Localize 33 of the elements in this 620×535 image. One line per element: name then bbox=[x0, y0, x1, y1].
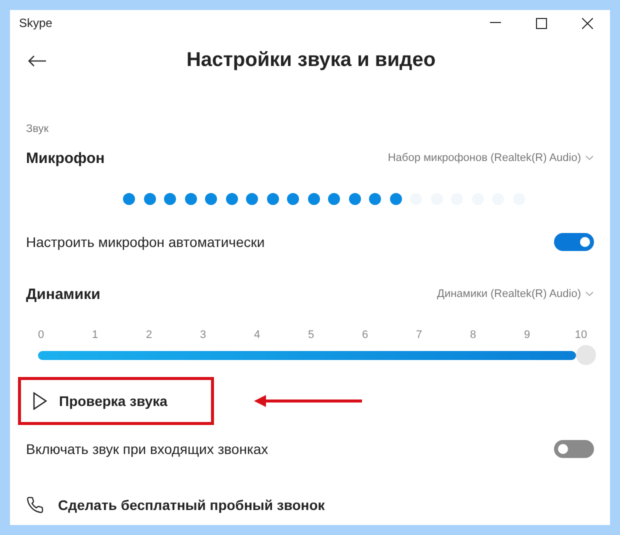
setting-label: Настроить микрофон автоматически bbox=[26, 234, 265, 250]
arrow-icon bbox=[254, 395, 362, 407]
slider-tick: 8 bbox=[468, 329, 478, 341]
close-icon bbox=[582, 18, 592, 28]
play-icon bbox=[33, 392, 47, 410]
slider-tick: 1 bbox=[90, 329, 100, 341]
slider-tick: 10 bbox=[574, 329, 588, 341]
slider-tick: 3 bbox=[198, 329, 208, 341]
slider-tick: 4 bbox=[252, 329, 262, 341]
speakers-label: Динамики bbox=[26, 286, 100, 302]
slider-tick: 5 bbox=[306, 329, 316, 341]
phone-icon bbox=[26, 495, 44, 515]
toggle-switch[interactable] bbox=[554, 233, 594, 251]
slider-tick: 0 bbox=[36, 329, 46, 341]
microphone-dropdown[interactable]: Набор микрофонов (Realtek(R) Audio) bbox=[388, 152, 594, 164]
slider-thumb[interactable] bbox=[576, 345, 596, 365]
test-call-link[interactable]: Сделать бесплатный пробный звонок bbox=[26, 485, 594, 525]
minimize-icon bbox=[490, 22, 500, 24]
slider-tick: 2 bbox=[144, 329, 154, 341]
section-label: Звук bbox=[26, 123, 50, 135]
setting-label: Включать звук при входящих звонках bbox=[26, 441, 268, 457]
speakers-dropdown[interactable]: Динамики (Realtek(R) Audio) bbox=[437, 288, 594, 300]
slider-tick: 9 bbox=[522, 329, 532, 341]
page-title: Настройки звука и видео bbox=[185, 49, 437, 72]
toggle-switch[interactable] bbox=[554, 440, 594, 458]
maximize-icon bbox=[536, 18, 546, 28]
slider-tick: 7 bbox=[414, 329, 424, 341]
chevron-down-icon bbox=[585, 155, 594, 161]
chevron-down-icon bbox=[585, 291, 594, 297]
sound-test-button[interactable]: Проверка звука bbox=[18, 377, 214, 425]
slider-tick: 6 bbox=[360, 329, 370, 341]
window-title: Skype bbox=[19, 16, 54, 30]
microphone-label: Микрофон bbox=[26, 150, 105, 166]
